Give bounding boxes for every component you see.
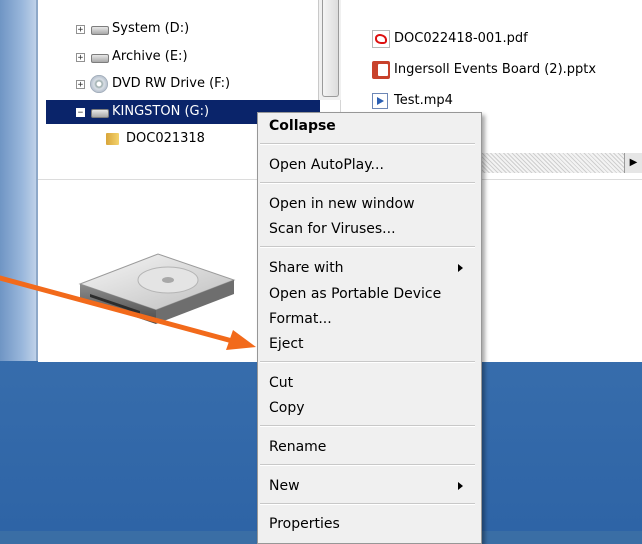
tree-item-row: − KINGSTON (G:) xyxy=(76,101,209,123)
submenu-arrow-icon xyxy=(458,264,463,272)
folder-icon xyxy=(106,132,120,146)
usb-drive-icon xyxy=(90,106,109,118)
window-frame-left xyxy=(0,0,38,361)
expand-icon[interactable]: + xyxy=(76,79,85,89)
tree-item-label: DVD RW Drive (F:) xyxy=(112,76,231,91)
collapse-icon[interactable]: − xyxy=(76,107,85,117)
video-file-icon xyxy=(372,93,388,109)
menu-item-properties[interactable]: Properties xyxy=(268,512,469,536)
tree-item-label: Archive (E:) xyxy=(112,49,188,64)
horizontal-scrollbar-track[interactable] xyxy=(476,153,642,173)
file-item-mp4[interactable]: Test.mp4 xyxy=(372,90,453,112)
file-item-pptx[interactable]: Ingersoll Events Board (2).pptx xyxy=(372,59,596,81)
menu-item-rename[interactable]: Rename xyxy=(268,435,469,459)
menu-separator xyxy=(260,425,475,427)
menu-separator xyxy=(260,246,475,248)
menu-item-open-autoplay[interactable]: Open AutoPlay... xyxy=(268,153,469,177)
expand-icon[interactable]: + xyxy=(76,52,85,62)
tree-item-archive-drive[interactable]: + Archive (E:) xyxy=(76,46,188,68)
menu-item-share-with[interactable]: Share with xyxy=(268,256,469,280)
tree-item-doc021318-folder[interactable]: DOC021318 xyxy=(106,128,205,150)
navigation-pane-scrollbar[interactable] xyxy=(318,0,341,100)
menu-separator xyxy=(260,361,475,363)
menu-item-eject[interactable]: Eject xyxy=(268,332,469,356)
submenu-arrow-icon xyxy=(458,482,463,490)
menu-separator xyxy=(260,503,475,505)
removable-drive-large-icon xyxy=(78,253,236,324)
menu-item-open-in-new-window[interactable]: Open in new window xyxy=(268,192,469,216)
file-item-pdf[interactable]: DOC022418-001.pdf xyxy=(372,28,528,50)
menu-item-format[interactable]: Format... xyxy=(268,307,469,331)
hard-drive-icon xyxy=(90,51,109,63)
pptx-icon xyxy=(372,61,390,79)
expand-icon[interactable]: + xyxy=(76,24,85,34)
menu-item-new[interactable]: New xyxy=(268,474,469,498)
tree-item-dvd-drive[interactable]: + DVD RW Drive (F:) xyxy=(76,73,230,95)
file-name: DOC022418-001.pdf xyxy=(394,31,528,46)
file-name: Ingersoll Events Board (2).pptx xyxy=(394,62,597,77)
menu-separator xyxy=(260,143,475,145)
scroll-right-arrow-icon[interactable]: ▶ xyxy=(624,153,642,173)
tree-item-label: System (D:) xyxy=(112,21,190,36)
menu-item-collapse[interactable]: Collapse xyxy=(268,114,469,138)
file-name: Test.mp4 xyxy=(394,93,453,108)
tree-item-system-drive[interactable]: + System (D:) xyxy=(76,18,189,40)
menu-separator xyxy=(260,464,475,466)
hard-drive-icon xyxy=(90,23,109,35)
dvd-drive-icon xyxy=(90,75,108,93)
menu-separator xyxy=(260,182,475,184)
tree-item-label: KINGSTON (G:) xyxy=(112,104,210,119)
scrollbar-thumb[interactable] xyxy=(322,0,339,97)
menu-item-scan-for-viruses[interactable]: Scan for Viruses... xyxy=(268,217,469,241)
pdf-icon xyxy=(372,30,390,48)
tree-item-label: DOC021318 xyxy=(126,131,205,146)
menu-item-open-as-portable-device[interactable]: Open as Portable Device xyxy=(268,282,469,306)
menu-item-copy[interactable]: Copy xyxy=(268,396,469,420)
menu-item-cut[interactable]: Cut xyxy=(268,371,469,395)
